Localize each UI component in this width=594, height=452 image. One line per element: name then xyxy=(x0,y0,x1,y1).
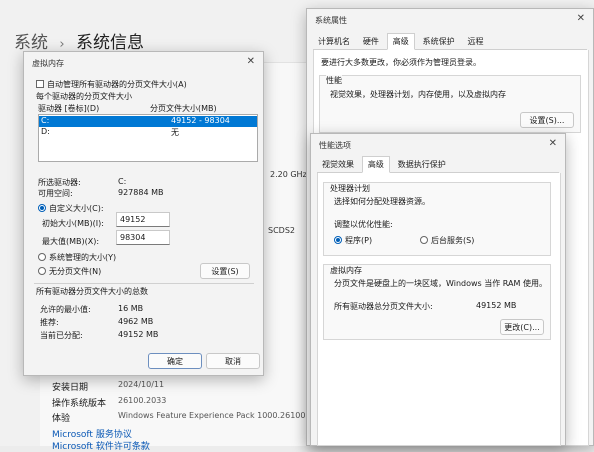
no-paging-file-label[interactable]: 无分页文件(N) xyxy=(49,266,101,277)
recommended-label: 推荐: xyxy=(40,318,59,327)
drive-size: 无 xyxy=(171,128,179,137)
change-button[interactable]: 更改(C)... xyxy=(500,319,544,335)
custom-size-label[interactable]: 自定义大小(C): xyxy=(49,203,104,214)
cancel-button[interactable]: 取消 xyxy=(206,353,260,369)
set-button[interactable]: 设置(S) xyxy=(200,263,250,279)
radio-background-services-label[interactable]: 后台服务(S) xyxy=(431,235,474,246)
drive-row-d[interactable]: D: 无 xyxy=(39,127,257,138)
perf-title: 性能选项 xyxy=(319,141,351,150)
processor-scheduling-desc: 选择如何分配处理器资源。 xyxy=(334,197,430,206)
virtual-memory-dialog: 虚拟内存 ✕ 自动管理所有驱动器的分页文件大小(A) 每个驱动器的分页文件大小 … xyxy=(23,51,264,376)
performance-options-window: 性能选项 ✕ 视觉效果 高级 数据执行保护 处理器计划 选择如何分配处理器资源。… xyxy=(310,133,566,446)
close-icon[interactable]: ✕ xyxy=(577,13,585,24)
performance-label: 性能 xyxy=(326,75,342,86)
install-date-label: 安装日期 xyxy=(52,383,89,393)
auto-manage-checkbox[interactable] xyxy=(36,80,44,88)
page-title: 系统信息 xyxy=(76,33,145,53)
virtual-memory-desc: 分页文件是硬盘上的一块区域，Windows 当作 RAM 使用。 xyxy=(334,279,547,288)
tab-advanced[interactable]: 高级 xyxy=(386,33,415,50)
system-managed-label[interactable]: 系统管理的大小(Y) xyxy=(49,252,116,263)
free-space-label: 可用空间: xyxy=(38,189,73,198)
tab-advanced[interactable]: 高级 xyxy=(361,156,390,173)
adjust-performance-label: 调整以优化性能: xyxy=(334,220,393,229)
currently-allocated-value: 49152 MB xyxy=(118,330,159,339)
close-icon[interactable]: ✕ xyxy=(247,56,255,67)
selected-drive-label: 所选驱动器: xyxy=(38,178,81,187)
vm-titlebar: 虚拟内存 ✕ xyxy=(24,52,263,74)
cpu-frequency: 2.20 GHz xyxy=(270,170,307,179)
drive-letter: C: xyxy=(41,116,50,125)
tab-dep[interactable]: 数据执行保护 xyxy=(393,157,451,172)
ok-button[interactable]: 确定 xyxy=(148,353,202,369)
auto-manage-label[interactable]: 自动管理所有驱动器的分页文件大小(A) xyxy=(47,79,187,90)
processor-scheduling-group: 处理器计划 选择如何分配处理器资源。 调整以优化性能: 程序(P) 后台服务(S… xyxy=(323,182,551,256)
size-column-header: 分页文件大小(MB) xyxy=(150,104,217,113)
os-build-value: 26100.2033 xyxy=(118,396,167,405)
vm-total-label: 所有驱动器总分页文件大小: xyxy=(334,302,433,311)
breadcrumb-parent[interactable]: 系统 xyxy=(14,33,48,53)
tab-remote[interactable]: 远程 xyxy=(463,34,489,49)
max-size-input[interactable]: 98304 xyxy=(116,230,170,245)
vm-total-value: 49152 MB xyxy=(476,301,517,310)
max-size-label: 最大值(MB)(X): xyxy=(42,237,100,246)
drive-letter: D: xyxy=(41,127,50,136)
virtual-memory-group: 虚拟内存 分页文件是硬盘上的一块区域，Windows 当作 RAM 使用。 所有… xyxy=(323,264,551,340)
tab-computer-name[interactable]: 计算机名 xyxy=(313,34,355,49)
install-date-value: 2024/10/11 xyxy=(118,380,165,389)
tab-system-protection[interactable]: 系统保护 xyxy=(418,34,460,49)
radio-system-managed[interactable] xyxy=(38,253,46,261)
performance-group: 性能 视觉效果，处理器计划，内存使用，以及虚拟内存 设置(S)... xyxy=(319,75,581,133)
recommended-value: 4962 MB xyxy=(118,317,154,326)
vm-title: 虚拟内存 xyxy=(32,59,64,68)
close-icon[interactable]: ✕ xyxy=(549,138,557,149)
drive-column-header: 驱动器 [卷标](D) xyxy=(38,104,100,113)
admin-note: 要进行大多数更改，你必须作为管理员登录。 xyxy=(321,58,481,67)
min-allowed-label: 允许的最小值: xyxy=(40,305,91,314)
drive-size: 49152 - 98304 xyxy=(171,116,230,125)
initial-size-label: 初始大小(MB)(I): xyxy=(42,219,104,228)
breadcrumb-separator: › xyxy=(59,37,65,52)
breadcrumb: 系统 › 系统信息 xyxy=(14,28,144,53)
performance-desc: 视觉效果，处理器计划，内存使用，以及虚拟内存 xyxy=(330,90,506,99)
free-space-value: 927884 MB xyxy=(118,188,164,197)
performance-settings-button[interactable]: 设置(S)... xyxy=(520,112,574,128)
radio-custom-size[interactable] xyxy=(38,204,46,212)
each-drive-label: 每个驱动器的分页文件大小 xyxy=(36,92,132,101)
currently-allocated-label: 当前已分配: xyxy=(40,331,83,340)
processor-scheduling-label: 处理器计划 xyxy=(330,184,370,193)
radio-background-services[interactable] xyxy=(420,236,428,244)
initial-size-input[interactable]: 49152 xyxy=(116,212,170,227)
experience-label: 体验 xyxy=(52,414,71,424)
sysprops-title: 系统属性 xyxy=(315,16,347,25)
drive-row-c[interactable]: C: 49152 - 98304 xyxy=(39,116,257,127)
total-separator xyxy=(34,283,254,284)
tab-visual-effects[interactable]: 视觉效果 xyxy=(317,157,359,172)
perf-tabs: 视觉效果 高级 数据执行保护 xyxy=(317,156,559,173)
os-build-label: 操作系统版本 xyxy=(52,399,107,409)
radio-programs[interactable] xyxy=(334,236,342,244)
sysprops-titlebar: 系统属性 ✕ xyxy=(307,9,593,31)
virtual-memory-label: 虚拟内存 xyxy=(330,266,362,275)
selected-drive-value: C: xyxy=(118,177,127,186)
radio-no-paging-file[interactable] xyxy=(38,267,46,275)
drive-list: C: 49152 - 98304 D: 无 xyxy=(38,114,258,162)
tab-hardware[interactable]: 硬件 xyxy=(358,34,384,49)
experience-value: Windows Feature Experience Pack 1000.261… xyxy=(118,411,326,420)
perf-titlebar: 性能选项 ✕ xyxy=(311,134,565,156)
total-group-label: 所有驱动器分页文件大小的总数 xyxy=(36,287,148,296)
radio-programs-label[interactable]: 程序(P) xyxy=(345,235,372,246)
sysprops-tabs: 计算机名 硬件 高级 系统保护 远程 xyxy=(313,33,587,50)
partial-device-text: SCDS2 xyxy=(268,226,295,235)
min-allowed-value: 16 MB xyxy=(118,304,144,313)
